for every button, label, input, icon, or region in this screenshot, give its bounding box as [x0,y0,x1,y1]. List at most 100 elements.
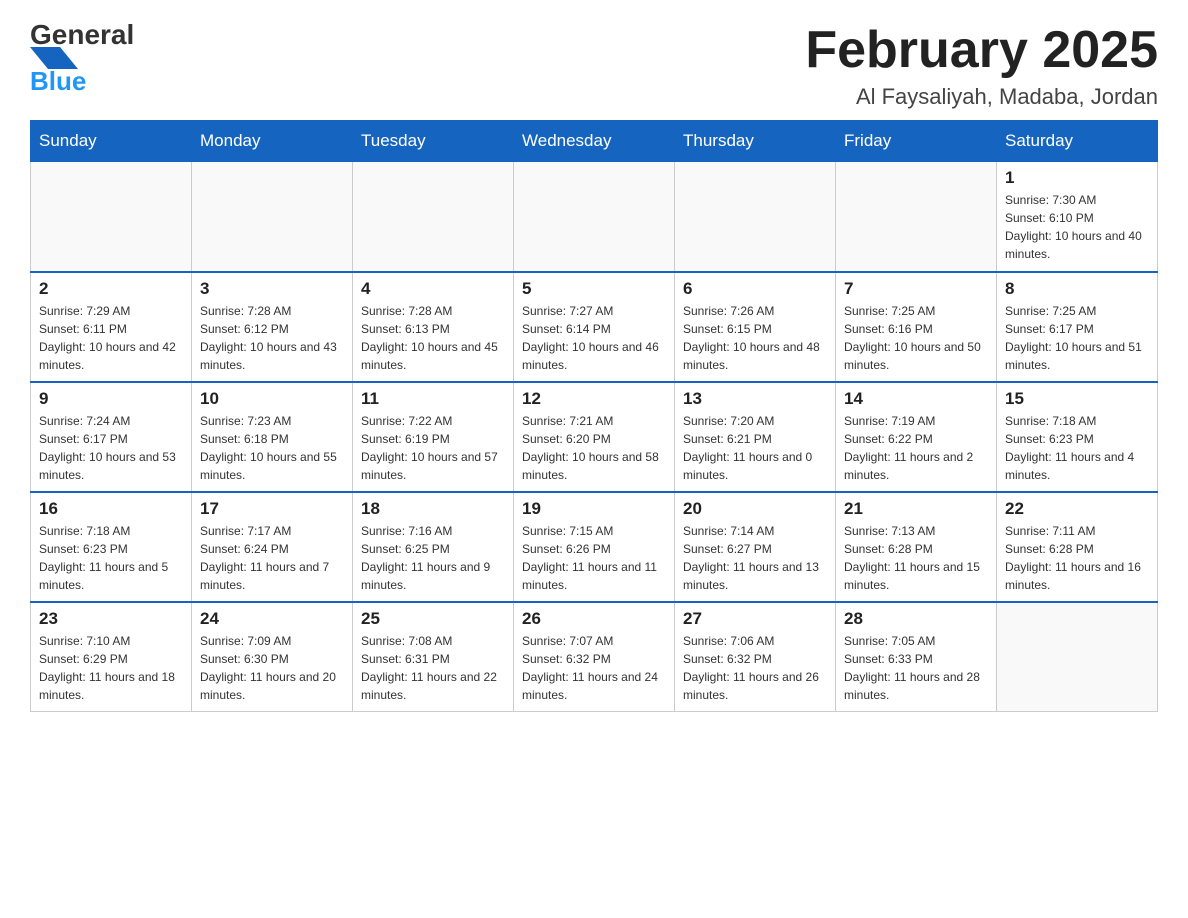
day-info: Sunrise: 7:30 AMSunset: 6:10 PMDaylight:… [1005,191,1149,263]
day-info: Sunrise: 7:15 AMSunset: 6:26 PMDaylight:… [522,522,666,594]
day-info: Sunrise: 7:11 AMSunset: 6:28 PMDaylight:… [1005,522,1149,594]
day-number: 20 [683,499,827,519]
day-number: 11 [361,389,505,409]
calendar-cell: 24 Sunrise: 7:09 AMSunset: 6:30 PMDayligh… [192,602,353,712]
day-header-sunday: Sunday [31,121,192,162]
location-subtitle: Al Faysaliyah, Madaba, Jordan [805,84,1158,110]
calendar-cell: 13Sunrise: 7:20 AMSunset: 6:21 PMDayligh… [675,382,836,492]
day-number: 6 [683,279,827,299]
calendar-cell: 8 Sunrise: 7:25 AMSunset: 6:17 PMDaylight… [997,272,1158,382]
day-number: 22 [1005,499,1149,519]
day-info: Sunrise: 7:19 AMSunset: 6:22 PMDaylight:… [844,412,988,484]
calendar-cell: 5 Sunrise: 7:27 AMSunset: 6:14 PMDaylight… [514,272,675,382]
calendar-cell: 3 Sunrise: 7:28 AMSunset: 6:12 PMDaylight… [192,272,353,382]
day-info: Sunrise: 7:26 AMSunset: 6:15 PMDaylight:… [683,302,827,374]
day-number: 26 [522,609,666,629]
day-number: 27 [683,609,827,629]
calendar-cell: 4 Sunrise: 7:28 AMSunset: 6:13 PMDaylight… [353,272,514,382]
day-info: Sunrise: 7:28 AMSunset: 6:13 PMDaylight:… [361,302,505,374]
calendar-cell: 20 Sunrise: 7:14 AMSunset: 6:27 PMDayligh… [675,492,836,602]
logo-blue-text: Blue [30,66,86,96]
day-info: Sunrise: 7:10 AMSunset: 6:29 PMDaylight:… [39,632,183,704]
calendar-cell: 16 Sunrise: 7:18 AMSunset: 6:23 PMDayligh… [31,492,192,602]
calendar-cell: 2Sunrise: 7:29 AMSunset: 6:11 PMDaylight… [31,272,192,382]
calendar-cell: 11 Sunrise: 7:22 AMSunset: 6:19 PMDayligh… [353,382,514,492]
day-header-friday: Friday [836,121,997,162]
calendar-cell: 17 Sunrise: 7:17 AMSunset: 6:24 PMDayligh… [192,492,353,602]
day-header-thursday: Thursday [675,121,836,162]
day-number: 4 [361,279,505,299]
day-number: 9 [39,389,183,409]
day-info: Sunrise: 7:16 AMSunset: 6:25 PMDaylight:… [361,522,505,594]
day-number: 17 [200,499,344,519]
calendar-cell: 9 Sunrise: 7:24 AMSunset: 6:17 PMDaylight… [31,382,192,492]
day-info: Sunrise: 7:25 AMSunset: 6:17 PMDaylight:… [1005,302,1149,374]
calendar-cell: 7 Sunrise: 7:25 AMSunset: 6:16 PMDaylight… [836,272,997,382]
day-number: 21 [844,499,988,519]
day-info: Sunrise: 7:17 AMSunset: 6:24 PMDaylight:… [200,522,344,594]
day-number: 18 [361,499,505,519]
calendar-week-row: 1 Sunrise: 7:30 AMSunset: 6:10 PMDaylight… [31,162,1158,272]
day-info: Sunrise: 7:21 AMSunset: 6:20 PMDaylight:… [522,412,666,484]
day-header-monday: Monday [192,121,353,162]
day-info: Sunrise: 7:27 AMSunset: 6:14 PMDaylight:… [522,302,666,374]
day-number: 25 [361,609,505,629]
day-number: 2 [39,279,183,299]
day-info: Sunrise: 7:09 AMSunset: 6:30 PMDaylight:… [200,632,344,704]
calendar-cell [31,162,192,272]
calendar-week-row: 16 Sunrise: 7:18 AMSunset: 6:23 PMDayligh… [31,492,1158,602]
day-number: 28 [844,609,988,629]
calendar-cell: 1 Sunrise: 7:30 AMSunset: 6:10 PMDaylight… [997,162,1158,272]
day-info: Sunrise: 7:22 AMSunset: 6:19 PMDaylight:… [361,412,505,484]
calendar-cell [997,602,1158,712]
calendar-table: SundayMondayTuesdayWednesdayThursdayFrid… [30,120,1158,712]
day-number: 15 [1005,389,1149,409]
calendar-cell: 6 Sunrise: 7:26 AMSunset: 6:15 PMDaylight… [675,272,836,382]
day-header-saturday: Saturday [997,121,1158,162]
calendar-cell: 22 Sunrise: 7:11 AMSunset: 6:28 PMDayligh… [997,492,1158,602]
calendar-cell [192,162,353,272]
calendar-cell [514,162,675,272]
calendar-cell [836,162,997,272]
day-number: 10 [200,389,344,409]
calendar-cell [675,162,836,272]
calendar-cell: 18 Sunrise: 7:16 AMSunset: 6:25 PMDayligh… [353,492,514,602]
calendar-cell: 23 Sunrise: 7:10 AMSunset: 6:29 PMDayligh… [31,602,192,712]
day-number: 7 [844,279,988,299]
day-info: Sunrise: 7:07 AMSunset: 6:32 PMDaylight:… [522,632,666,704]
day-number: 24 [200,609,344,629]
calendar-cell: 12 Sunrise: 7:21 AMSunset: 6:20 PMDayligh… [514,382,675,492]
calendar-cell: 15Sunrise: 7:18 AMSunset: 6:23 PMDayligh… [997,382,1158,492]
calendar-cell: 14 Sunrise: 7:19 AMSunset: 6:22 PMDayligh… [836,382,997,492]
calendar-header-row: SundayMondayTuesdayWednesdayThursdayFrid… [31,121,1158,162]
day-info: Sunrise: 7:25 AMSunset: 6:16 PMDaylight:… [844,302,988,374]
day-number: 16 [39,499,183,519]
calendar-cell: 19Sunrise: 7:15 AMSunset: 6:26 PMDayligh… [514,492,675,602]
day-number: 3 [200,279,344,299]
calendar-cell [353,162,514,272]
day-info: Sunrise: 7:06 AMSunset: 6:32 PMDaylight:… [683,632,827,704]
day-number: 14 [844,389,988,409]
day-info: Sunrise: 7:13 AMSunset: 6:28 PMDaylight:… [844,522,988,594]
calendar-cell: 27 Sunrise: 7:06 AMSunset: 6:32 PMDayligh… [675,602,836,712]
day-info: Sunrise: 7:18 AMSunset: 6:23 PMDaylight:… [39,522,183,594]
day-info: Sunrise: 7:05 AMSunset: 6:33 PMDaylight:… [844,632,988,704]
day-number: 8 [1005,279,1149,299]
calendar-cell: 25 Sunrise: 7:08 AMSunset: 6:31 PMDayligh… [353,602,514,712]
day-number: 23 [39,609,183,629]
calendar-cell: 21 Sunrise: 7:13 AMSunset: 6:28 PMDayligh… [836,492,997,602]
calendar-week-row: 2Sunrise: 7:29 AMSunset: 6:11 PMDaylight… [31,272,1158,382]
calendar-week-row: 23 Sunrise: 7:10 AMSunset: 6:29 PMDayligh… [31,602,1158,712]
calendar-week-row: 9 Sunrise: 7:24 AMSunset: 6:17 PMDaylight… [31,382,1158,492]
day-number: 12 [522,389,666,409]
day-number: 1 [1005,168,1149,188]
day-info: Sunrise: 7:14 AMSunset: 6:27 PMDaylight:… [683,522,827,594]
day-info: Sunrise: 7:28 AMSunset: 6:12 PMDaylight:… [200,302,344,374]
title-section: February 2025 Al Faysaliyah, Madaba, Jor… [805,20,1158,110]
logo: General Blue [30,20,145,95]
day-info: Sunrise: 7:24 AMSunset: 6:17 PMDaylight:… [39,412,183,484]
day-number: 13 [683,389,827,409]
day-number: 5 [522,279,666,299]
day-info: Sunrise: 7:08 AMSunset: 6:31 PMDaylight:… [361,632,505,704]
calendar-cell: 28 Sunrise: 7:05 AMSunset: 6:33 PMDayligh… [836,602,997,712]
